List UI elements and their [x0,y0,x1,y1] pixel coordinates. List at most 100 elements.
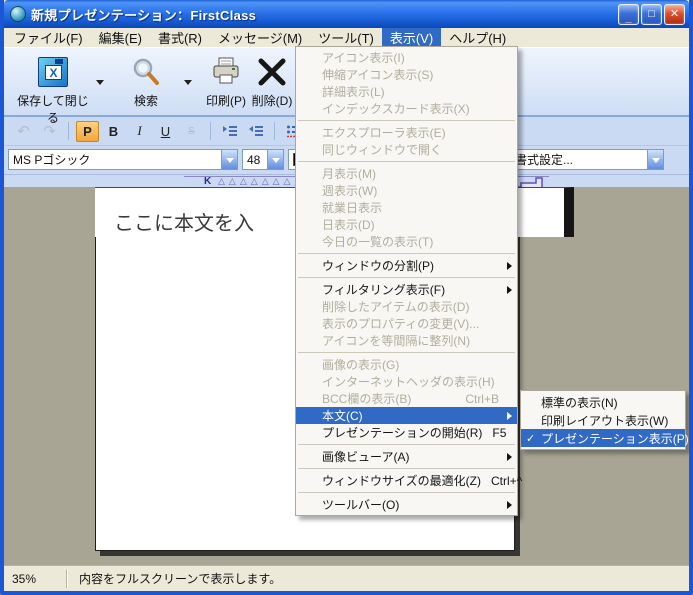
ruler-indent-marker[interactable]: K [204,176,211,187]
menu-item-change-view-properties[interactable]: 表示のプロパティの変更(V)... [296,315,517,332]
menu-item-month-view[interactable]: 月表示(M) [296,165,517,182]
zoom-level: 35% [4,572,66,586]
submenu-arrow-icon [507,501,512,509]
search-icon [120,55,172,89]
window-title: 新規プレゼンテーション：FirstClass [31,5,256,24]
body-text-submenu: 標準の表示(N) 印刷レイアウト表示(W) ✓プレゼンテーション表示(P) [520,390,686,450]
menu-bar: ファイル(F) 編集(E) 書式(R) メッセージ(M) ツール(T) 表示(V… [4,28,689,47]
menu-separator [298,120,515,121]
app-icon [10,6,26,22]
menu-file[interactable]: ファイル(F) [6,28,91,47]
menu-separator [298,468,515,469]
menu-item-today-list-view[interactable]: 今日の一覧の表示(T) [296,233,517,250]
menu-item-day-view[interactable]: 日表示(D) [296,216,517,233]
body-placeholder-text[interactable]: ここに本文を入 [114,207,254,236]
menu-separator [298,444,515,445]
indent-decrease-button[interactable] [244,121,267,142]
font-size-value: 48 [247,153,260,167]
menu-item-open-same-window[interactable]: 同じウィンドウで開く [296,141,517,158]
menu-item-index-card-view[interactable]: インデックスカード表示(X) [296,100,517,117]
submenu-arrow-icon [507,412,512,420]
menu-item-toolbar[interactable]: ツールバー(O) [296,496,517,513]
delete-x-icon [250,55,294,89]
menu-message[interactable]: メッセージ(M) [210,28,310,47]
search-dropdown-arrow-icon[interactable] [184,80,192,89]
menu-item-show-deleted-items[interactable]: 削除したアイテムの表示(D) [296,298,517,315]
format-preset-value: 書式設定... [515,151,573,168]
dropdown-arrow-icon[interactable] [221,150,237,169]
menu-view[interactable]: 表示(V) [382,28,441,47]
underline-button[interactable]: U [154,121,177,142]
menu-item-body-text[interactable]: 本文(C) [296,407,517,424]
menu-help[interactable]: ヘルプ(H) [441,28,514,47]
save-close-button[interactable]: X 保存して閉じる [14,55,92,126]
indent-decrease-icon [248,124,264,138]
app-window: 新規プレゼンテーション：FirstClass _ □ ✕ ファイル(F) 編集(… [0,0,693,595]
minimize-icon: _ [625,13,631,24]
close-button[interactable]: ✕ [664,4,685,25]
menu-separator [298,161,515,162]
dropdown-arrow-icon[interactable] [267,150,283,169]
menu-item-detail-view[interactable]: 詳細表示(L) [296,83,517,100]
menu-item-icon-view[interactable]: アイコン表示(I) [296,49,517,66]
dropdown-arrow-icon[interactable] [647,150,663,169]
floppy-save-icon: X [14,55,92,89]
font-family-value: MS Pゴシック [13,151,90,168]
font-size-select[interactable]: 48 [242,149,284,170]
maximize-button[interactable]: □ [641,4,662,25]
status-message: 内容をフルスクリーンで表示します。 [79,570,281,587]
toolbar-separator [274,122,275,140]
indent-increase-button[interactable] [218,121,241,142]
submenu-arrow-icon [507,453,512,461]
menu-item-workday-view[interactable]: 就業日表示 [296,199,517,216]
menu-item-show-images[interactable]: 画像の表示(G) [296,356,517,373]
toolbar-separator [210,122,211,140]
strike-button[interactable]: S [180,121,203,142]
menu-separator [298,277,515,278]
submenu-item-print-layout-view[interactable]: 印刷レイアウト表示(W) [521,411,685,429]
minimize-button[interactable]: _ [618,4,639,25]
menu-item-week-view[interactable]: 週表示(W) [296,182,517,199]
menu-separator [298,253,515,254]
menu-item-align-icons[interactable]: アイコンを等間隔に整列(N) [296,332,517,349]
submenu-arrow-icon [507,262,512,270]
bold-button[interactable]: B [102,121,125,142]
menu-item-show-bcc[interactable]: BCC欄の表示(B)Ctrl+B [296,390,517,407]
submenu-item-standard-view[interactable]: 標準の表示(N) [521,393,685,411]
search-button[interactable]: 検索 [120,55,172,109]
title-bar: 新規プレゼンテーション：FirstClass _ □ ✕ [4,0,689,28]
checkmark-icon: ✓ [526,432,535,445]
save-dropdown-arrow-icon[interactable] [96,80,104,89]
print-button[interactable]: 印刷(P) [202,55,250,109]
menu-item-scaled-icon-view[interactable]: 伸縮アイコン表示(S) [296,66,517,83]
view-menu-popup: アイコン表示(I) 伸縮アイコン表示(S) 詳細表示(L) インデックスカード表… [295,46,518,516]
menu-item-optimize-window-size[interactable]: ウィンドウサイズの最適化(Z)Ctrl+^ [296,472,517,489]
delete-button[interactable]: 削除(D) [250,55,294,109]
menu-item-image-viewer[interactable]: 画像ビューア(A) [296,448,517,465]
status-divider [66,570,67,588]
menu-tools[interactable]: ツール(T) [310,28,382,47]
menu-item-split-window[interactable]: ウィンドウの分割(P) [296,257,517,274]
delete-label: 削除(D) [252,94,293,108]
menu-format[interactable]: 書式(R) [150,28,210,47]
search-label: 検索 [134,94,158,108]
menu-edit[interactable]: 編集(E) [91,28,150,47]
printer-icon [202,55,250,89]
menu-item-start-presentation[interactable]: プレゼンテーションの開始(R)F5 [296,424,517,441]
submenu-arrow-icon [507,286,512,294]
close-icon: ✕ [670,9,679,20]
menu-separator [298,492,515,493]
menu-item-explorer-view[interactable]: エクスプローラ表示(E) [296,124,517,141]
save-close-label: 保存して閉じる [17,94,89,125]
status-bar: 35% 内容をフルスクリーンで表示します。 [4,565,689,591]
submenu-item-presentation-view[interactable]: ✓プレゼンテーション表示(P) [521,429,685,447]
font-family-select[interactable]: MS Pゴシック [8,149,238,170]
menu-item-show-internet-header[interactable]: インターネットヘッダの表示(H) [296,373,517,390]
menu-item-filtering-view[interactable]: フィルタリング表示(F) [296,281,517,298]
maximize-icon: □ [648,9,655,20]
format-preset-select[interactable]: 書式設定... [510,149,664,170]
indent-increase-icon [222,124,238,138]
print-label: 印刷(P) [206,94,246,108]
italic-button[interactable]: I [128,121,151,142]
menu-separator [298,352,515,353]
